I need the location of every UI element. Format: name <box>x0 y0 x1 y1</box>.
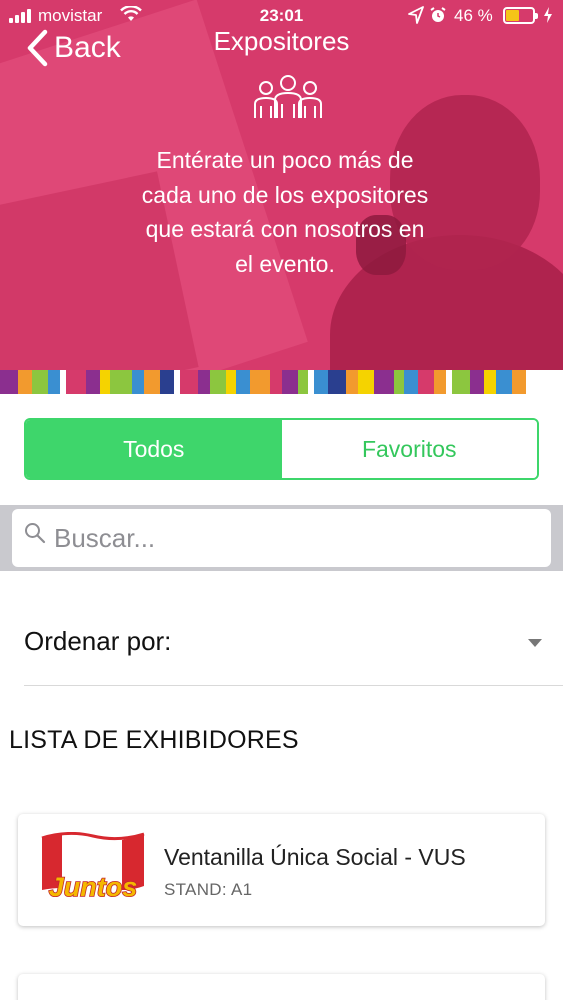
page-title: Expositores <box>213 26 350 56</box>
exhibitor-logo: Juntos <box>41 832 145 903</box>
search-icon <box>25 523 46 544</box>
tab-todos[interactable]: Todos <box>26 420 282 478</box>
decorative-color-stripe <box>0 370 563 394</box>
exhibitor-card[interactable]: Juntos Ventanilla Única Social - VUS STA… <box>18 814 545 926</box>
sort-label: Ordenar por: <box>24 626 172 656</box>
search-box[interactable] <box>12 509 551 567</box>
exhibitor-card-partial[interactable] <box>18 974 545 1000</box>
exhibitor-stand: STAND: A1 <box>164 880 253 899</box>
hero-header: movistar 23:01 46 % Back Expositores Ent… <box>0 0 563 370</box>
alarm-icon <box>430 7 446 22</box>
logo-text: Juntos <box>49 872 138 902</box>
search-bar <box>0 505 563 571</box>
hero-description: Entérate un poco más de cada uno de los … <box>141 147 429 277</box>
chevron-down-icon <box>528 639 542 647</box>
tab-favoritos[interactable]: Favoritos <box>281 420 537 478</box>
search-input[interactable] <box>54 522 524 554</box>
filter-segmented-control: Todos Favoritos <box>24 418 539 480</box>
sort-dropdown[interactable]: Ordenar por: <box>24 610 563 686</box>
exhibitor-name: Ventanilla Única Social - VUS <box>164 844 466 870</box>
charging-bolt-icon <box>544 7 552 23</box>
list-heading: LISTA DE EXHIBIDORES <box>9 726 299 754</box>
battery-percent: 46 % <box>454 6 493 25</box>
people-group-icon <box>254 75 322 118</box>
battery-icon <box>503 7 538 24</box>
location-arrow-icon <box>408 6 424 24</box>
